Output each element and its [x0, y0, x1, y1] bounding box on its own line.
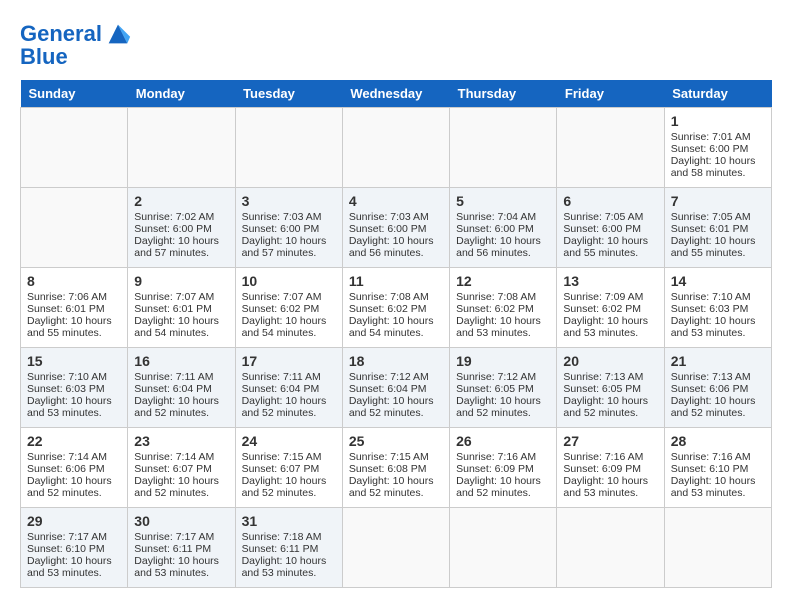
empty-cell: [557, 108, 664, 188]
week-row: 29Sunrise: 7:17 AMSunset: 6:10 PMDayligh…: [21, 508, 772, 588]
header-cell-saturday: Saturday: [664, 80, 771, 108]
day-cell: 9Sunrise: 7:07 AMSunset: 6:01 PMDaylight…: [128, 268, 235, 348]
day-cell: 28Sunrise: 7:16 AMSunset: 6:10 PMDayligh…: [664, 428, 771, 508]
header-cell-friday: Friday: [557, 80, 664, 108]
day-cell: 3Sunrise: 7:03 AMSunset: 6:00 PMDaylight…: [235, 188, 342, 268]
day-cell: 14Sunrise: 7:10 AMSunset: 6:03 PMDayligh…: [664, 268, 771, 348]
day-cell: 13Sunrise: 7:09 AMSunset: 6:02 PMDayligh…: [557, 268, 664, 348]
day-cell: 12Sunrise: 7:08 AMSunset: 6:02 PMDayligh…: [450, 268, 557, 348]
day-cell: 15Sunrise: 7:10 AMSunset: 6:03 PMDayligh…: [21, 348, 128, 428]
header-row: SundayMondayTuesdayWednesdayThursdayFrid…: [21, 80, 772, 108]
day-cell: 2Sunrise: 7:02 AMSunset: 6:00 PMDaylight…: [128, 188, 235, 268]
day-cell: 6Sunrise: 7:05 AMSunset: 6:00 PMDaylight…: [557, 188, 664, 268]
day-cell: 29Sunrise: 7:17 AMSunset: 6:10 PMDayligh…: [21, 508, 128, 588]
empty-cell: [450, 108, 557, 188]
week-row: 2Sunrise: 7:02 AMSunset: 6:00 PMDaylight…: [21, 188, 772, 268]
day-cell: [664, 508, 771, 588]
day-cell: [450, 508, 557, 588]
day-cell: 22Sunrise: 7:14 AMSunset: 6:06 PMDayligh…: [21, 428, 128, 508]
day-cell: 11Sunrise: 7:08 AMSunset: 6:02 PMDayligh…: [342, 268, 449, 348]
day-cell: 17Sunrise: 7:11 AMSunset: 6:04 PMDayligh…: [235, 348, 342, 428]
week-row: 1Sunrise: 7:01 AMSunset: 6:00 PMDaylight…: [21, 108, 772, 188]
day-cell: 19Sunrise: 7:12 AMSunset: 6:05 PMDayligh…: [450, 348, 557, 428]
logo-icon: [104, 20, 132, 48]
empty-cell: [21, 188, 128, 268]
day-cell: [342, 508, 449, 588]
day-cell: 1Sunrise: 7:01 AMSunset: 6:00 PMDaylight…: [664, 108, 771, 188]
day-cell: 8Sunrise: 7:06 AMSunset: 6:01 PMDaylight…: [21, 268, 128, 348]
calendar-table: SundayMondayTuesdayWednesdayThursdayFrid…: [20, 80, 772, 588]
day-cell: 23Sunrise: 7:14 AMSunset: 6:07 PMDayligh…: [128, 428, 235, 508]
day-cell: 4Sunrise: 7:03 AMSunset: 6:00 PMDaylight…: [342, 188, 449, 268]
empty-cell: [235, 108, 342, 188]
day-cell: 5Sunrise: 7:04 AMSunset: 6:00 PMDaylight…: [450, 188, 557, 268]
day-cell: 30Sunrise: 7:17 AMSunset: 6:11 PMDayligh…: [128, 508, 235, 588]
day-cell: 21Sunrise: 7:13 AMSunset: 6:06 PMDayligh…: [664, 348, 771, 428]
day-cell: 18Sunrise: 7:12 AMSunset: 6:04 PMDayligh…: [342, 348, 449, 428]
day-cell: 25Sunrise: 7:15 AMSunset: 6:08 PMDayligh…: [342, 428, 449, 508]
header-cell-wednesday: Wednesday: [342, 80, 449, 108]
logo-text: General: [20, 22, 102, 46]
day-cell: 26Sunrise: 7:16 AMSunset: 6:09 PMDayligh…: [450, 428, 557, 508]
day-cell: 10Sunrise: 7:07 AMSunset: 6:02 PMDayligh…: [235, 268, 342, 348]
week-row: 22Sunrise: 7:14 AMSunset: 6:06 PMDayligh…: [21, 428, 772, 508]
header-cell-tuesday: Tuesday: [235, 80, 342, 108]
day-cell: 16Sunrise: 7:11 AMSunset: 6:04 PMDayligh…: [128, 348, 235, 428]
empty-cell: [21, 108, 128, 188]
empty-cell: [128, 108, 235, 188]
day-cell: 20Sunrise: 7:13 AMSunset: 6:05 PMDayligh…: [557, 348, 664, 428]
header-cell-thursday: Thursday: [450, 80, 557, 108]
logo: General Blue: [20, 20, 132, 70]
day-cell: 24Sunrise: 7:15 AMSunset: 6:07 PMDayligh…: [235, 428, 342, 508]
header-cell-sunday: Sunday: [21, 80, 128, 108]
empty-cell: [342, 108, 449, 188]
page-header: General Blue: [20, 20, 772, 70]
week-row: 15Sunrise: 7:10 AMSunset: 6:03 PMDayligh…: [21, 348, 772, 428]
day-cell: [557, 508, 664, 588]
day-cell: 7Sunrise: 7:05 AMSunset: 6:01 PMDaylight…: [664, 188, 771, 268]
week-row: 8Sunrise: 7:06 AMSunset: 6:01 PMDaylight…: [21, 268, 772, 348]
day-cell: 27Sunrise: 7:16 AMSunset: 6:09 PMDayligh…: [557, 428, 664, 508]
header-cell-monday: Monday: [128, 80, 235, 108]
day-cell: 31Sunrise: 7:18 AMSunset: 6:11 PMDayligh…: [235, 508, 342, 588]
